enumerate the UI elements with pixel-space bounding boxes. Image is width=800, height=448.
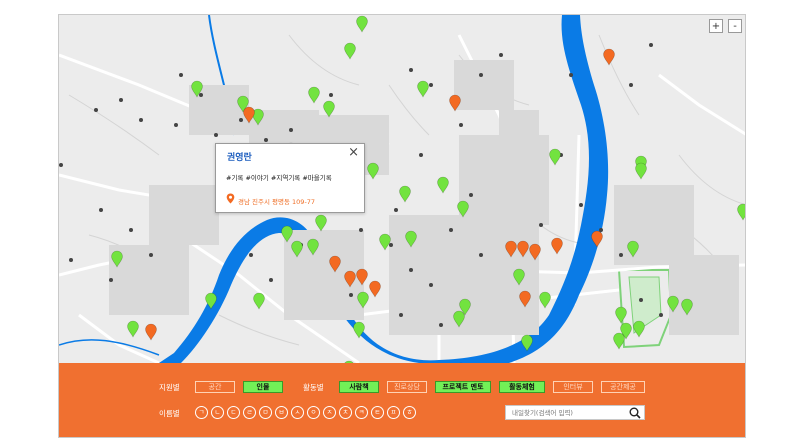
- consonant-filter[interactable]: ㄴ: [211, 406, 224, 419]
- poi-dot: [59, 163, 63, 167]
- consonant-filter[interactable]: ㅋ: [355, 406, 368, 419]
- poi-dot: [469, 193, 473, 197]
- popup-title[interactable]: 권영란: [227, 150, 252, 163]
- poi-dot: [499, 53, 503, 57]
- filter-bar: 지원별 공간 인물 활동별 사람책 진로상담 프로젝트 멘토 활동체험 인터뷰 …: [59, 363, 745, 437]
- consonant-filter[interactable]: ㅍ: [387, 406, 400, 419]
- map-widget: + - 권영란 × #기록 #이야기 #지역기록 #마을기록 경남 진주시 평명…: [58, 14, 746, 438]
- poi-dot: [449, 228, 453, 232]
- poi-dot: [179, 73, 183, 77]
- activity-label: 활동별: [303, 383, 324, 392]
- poi-dot: [174, 123, 178, 127]
- region-label: 지원별: [159, 383, 180, 392]
- zoom-out-button[interactable]: -: [728, 19, 742, 33]
- chip-space[interactable]: 공간: [195, 381, 235, 393]
- consonant-filter[interactable]: ㅇ: [307, 406, 320, 419]
- poi-dot: [639, 298, 643, 302]
- poi-dot: [429, 283, 433, 287]
- consonant-filter[interactable]: ㅌ: [371, 406, 384, 419]
- poi-dot: [214, 133, 218, 137]
- poi-dot: [359, 228, 363, 232]
- consonant-filter[interactable]: ㅎ: [403, 406, 416, 419]
- zoom-in-button[interactable]: +: [709, 19, 723, 33]
- close-icon[interactable]: ×: [348, 145, 359, 160]
- search-box[interactable]: [505, 405, 645, 420]
- search-icon[interactable]: [629, 407, 641, 419]
- location-pin-icon: [226, 193, 235, 204]
- poi-dot: [579, 203, 583, 207]
- poi-dot: [119, 98, 123, 102]
- poi-dot: [394, 208, 398, 212]
- poi-dot: [629, 83, 633, 87]
- poi-dot: [269, 278, 273, 282]
- poi-dot: [69, 258, 73, 262]
- consonant-filter[interactable]: ㅁ: [259, 406, 272, 419]
- poi-dot: [569, 73, 573, 77]
- chip-space-provide[interactable]: 공간제공: [601, 381, 645, 393]
- consonant-filter[interactable]: ㅊ: [339, 406, 352, 419]
- consonant-filter[interactable]: ㅅ: [291, 406, 304, 419]
- poi-dot: [409, 68, 413, 72]
- poi-dot: [539, 223, 543, 227]
- poi-dot: [619, 253, 623, 257]
- poi-dot: [479, 253, 483, 257]
- poi-dot: [99, 208, 103, 212]
- poi-dot: [389, 243, 393, 247]
- poi-dot: [149, 253, 153, 257]
- poi-dot: [239, 118, 243, 122]
- chip-interview[interactable]: 인터뷰: [553, 381, 593, 393]
- popup-address: 경남 진주시 평명동 109-77: [238, 198, 316, 206]
- poi-dot: [249, 253, 253, 257]
- poi-dot: [649, 43, 653, 47]
- poi-dot: [419, 153, 423, 157]
- consonant-filter[interactable]: ㅈ: [323, 406, 336, 419]
- poi-dot: [329, 93, 333, 97]
- chip-activity-experience[interactable]: 활동체험: [499, 381, 545, 393]
- consonant-filter[interactable]: ㄹ: [243, 406, 256, 419]
- poi-dot: [439, 323, 443, 327]
- poi-dot: [659, 313, 663, 317]
- poi-dot: [479, 73, 483, 77]
- chip-project-mentor[interactable]: 프로젝트 멘토: [435, 381, 491, 393]
- poi-dot: [199, 93, 203, 97]
- map-view[interactable]: + - 권영란 × #기록 #이야기 #지역기록 #마을기록 경남 진주시 평명…: [59, 15, 746, 363]
- poi-dot: [399, 313, 403, 317]
- poi-dot: [429, 83, 433, 87]
- search-input[interactable]: [512, 407, 622, 418]
- poi-dot: [94, 108, 98, 112]
- poi-dot: [289, 128, 293, 132]
- poi-dot: [129, 228, 133, 232]
- poi-dot: [139, 118, 143, 122]
- place-popup: 권영란 × #기록 #이야기 #지역기록 #마을기록 경남 진주시 평명동 10…: [215, 143, 365, 213]
- poi-dot: [264, 138, 268, 142]
- consonant-filter[interactable]: ㅂ: [275, 406, 288, 419]
- map-canvas[interactable]: [59, 15, 746, 363]
- chip-career-counsel[interactable]: 진로상담: [387, 381, 427, 393]
- consonant-filter[interactable]: ㄱ: [195, 406, 208, 419]
- poi-dot: [349, 293, 353, 297]
- poi-dot: [459, 123, 463, 127]
- name-label: 이름별: [159, 409, 180, 418]
- popup-tags: #기록 #이야기 #지역기록 #마을기록: [226, 174, 332, 182]
- poi-dot: [109, 278, 113, 282]
- poi-dot: [409, 268, 413, 272]
- consonant-filter[interactable]: ㄷ: [227, 406, 240, 419]
- chip-person[interactable]: 인물: [243, 381, 283, 393]
- chip-human-book[interactable]: 사람책: [339, 381, 379, 393]
